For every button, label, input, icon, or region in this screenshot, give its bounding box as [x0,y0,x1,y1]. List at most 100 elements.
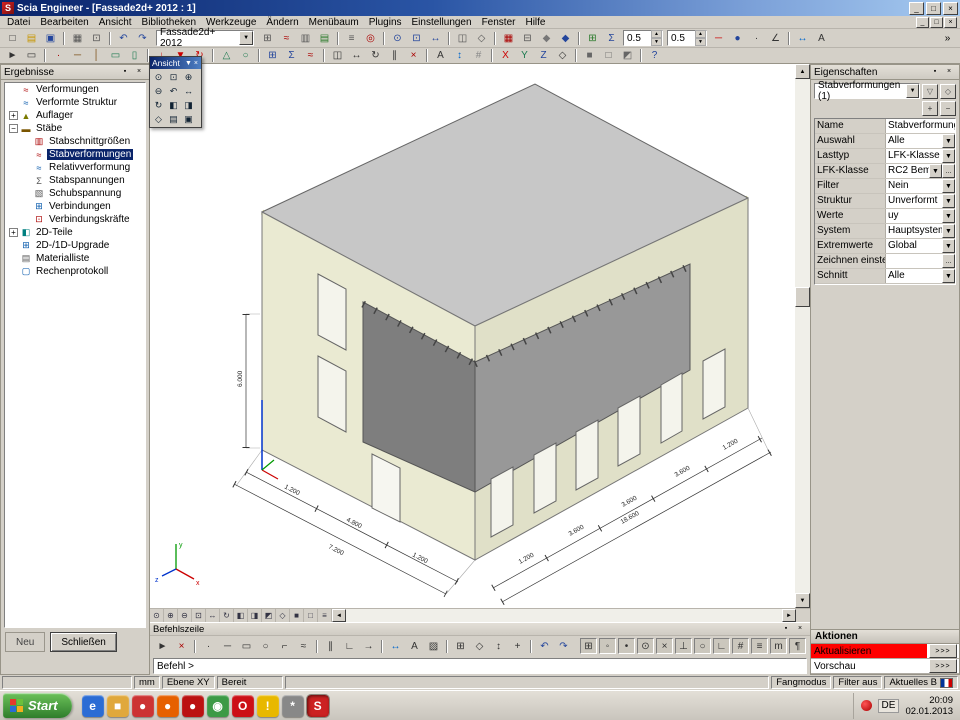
copy-icon[interactable]: ◫ [329,48,346,64]
hinge-icon[interactable]: ○ [237,48,254,64]
property-value[interactable]: Alle [886,134,942,148]
vp-pan-icon[interactable]: ↔ [206,609,220,622]
dimension-icon[interactable]: ↕ [451,48,468,64]
status-plane[interactable]: Ebene XY [162,676,215,689]
property-value[interactable]: RC2 Bem1 [886,164,929,178]
zoom-all-icon[interactable]: ⊙ [151,70,166,84]
delete-icon[interactable]: × [405,48,422,64]
scroll-up-icon[interactable]: ▲ [795,64,810,79]
tree-item-relativverformung[interactable]: ≈Relativverformung [5,161,145,174]
node-icon[interactable]: · [50,48,67,64]
results-display-icon[interactable]: ≈ [302,48,319,64]
render-shaded-icon[interactable]: ◩ [619,48,636,64]
print-view-icon[interactable]: ▤ [166,112,181,126]
toolbar-overflow-icon[interactable]: » [939,30,956,46]
annotate-icon[interactable]: A [406,638,423,654]
units-display-icon[interactable]: m [770,638,787,654]
settings-icon[interactable]: * [282,695,304,717]
dimension-tool-icon[interactable]: ↔ [794,30,811,46]
mdi-restore-button[interactable]: □ [930,17,943,28]
expand-all-icon[interactable]: + [922,101,938,116]
solver-setup-icon[interactable]: Σ [603,30,620,46]
command-clear-icon[interactable]: × [173,638,190,654]
snap-intersection-icon[interactable]: × [656,638,673,654]
tree-item-materialliste[interactable]: ▤Materialliste [5,252,145,265]
view-z-icon[interactable]: Z [535,48,552,64]
pan-icon[interactable]: ↔ [427,30,444,46]
dropdown-arrow-icon[interactable]: ▼ [942,209,955,223]
scale-tool-icon[interactable]: ◇ [471,638,488,654]
spinner-up-icon[interactable]: ▲ [695,30,706,38]
calculator-icon[interactable]: ⊞ [259,30,276,46]
results-icon[interactable]: ≈ [278,30,295,46]
model-canvas-area[interactable]: 1.200 4.800 1.200 7.200 1.200 3.600 3.60… [150,64,795,608]
snap-center-icon[interactable]: ⊙ [637,638,654,654]
expand-icon[interactable]: + [9,228,18,237]
close-icon[interactable]: × [793,623,807,636]
property-value[interactable]: Unverformt [886,194,942,208]
close-button[interactable]: × [943,2,958,15]
render-wireframe-icon[interactable]: □ [600,48,617,64]
vp-render-solid-icon[interactable]: ■ [290,609,304,622]
menu-ndern[interactable]: Ändern [261,17,303,28]
text-tool-icon[interactable]: A [813,30,830,46]
vp-view-top-icon[interactable]: ◧ [234,609,248,622]
property-value[interactable]: Hauptsystem [886,224,942,238]
axonometric-icon[interactable]: ◇ [554,48,571,64]
tree-item-stabschnittgr-en[interactable]: ▥Stabschnittgrößen [5,135,145,148]
zoom-window-icon[interactable]: ⊡ [408,30,425,46]
view-x-icon[interactable]: X [497,48,514,64]
opera-icon[interactable]: O [232,695,254,717]
view-isometric-icon[interactable]: ◇ [151,112,166,126]
vp-zoom-all-icon[interactable]: ⊙ [150,609,164,622]
load-cases-icon[interactable]: ▦ [500,30,517,46]
chevron-down-icon[interactable]: ▼ [906,84,919,98]
expand-icon[interactable]: + [9,111,18,120]
property-filter-icon[interactable]: ▽ [922,84,938,99]
mesh-setup-icon[interactable]: ⊞ [584,30,601,46]
close-panel-button[interactable]: Schließen [50,632,116,652]
help-icon[interactable]: ? [646,48,663,64]
image-gallery-icon[interactable]: ▤ [316,30,333,46]
tray-app-icon[interactable] [861,700,872,711]
draw-spline-icon[interactable]: ≈ [295,638,312,654]
vp-axonometric-icon[interactable]: ◇ [276,609,290,622]
tree-item-stabspannungen[interactable]: ΣStabspannungen [5,174,145,187]
menu-bibliotheken[interactable]: Bibliotheken [137,17,201,28]
project-combo[interactable]: Fassade2d+ 2012 ▼ [156,30,254,46]
dropdown-arrow-icon[interactable]: ▼ [942,134,955,148]
collapse-icon[interactable]: − [9,124,18,133]
close-icon[interactable]: × [193,60,199,67]
mirror-icon[interactable]: ∥ [386,48,403,64]
layers-icon[interactable]: ≡ [343,30,360,46]
menu-plugins[interactable]: Plugins [364,17,407,28]
language-indicator[interactable]: DE [878,699,900,713]
draw-circle-icon[interactable]: ○ [257,638,274,654]
property-value[interactable] [886,254,942,268]
cmd-redo-icon[interactable]: ↷ [555,638,572,654]
tree-item-schubspannung[interactable]: ▧Schubspannung [5,187,145,200]
measure-icon[interactable]: ↔ [387,638,404,654]
open-project-icon[interactable]: ▤ [23,30,40,46]
activity-icon[interactable]: ◎ [362,30,379,46]
line-width-icon[interactable]: ─ [710,30,727,46]
tree-item-auflager[interactable]: +▲Auflager [5,109,145,122]
scia-engineer-icon[interactable]: S [307,695,329,717]
internet-explorer-icon[interactable]: e [82,695,104,717]
close-icon[interactable]: × [132,66,146,79]
array-tool-icon[interactable]: ⊞ [452,638,469,654]
menu-men-baum[interactable]: Menübaum [304,17,364,28]
dropdown-arrow-icon[interactable]: ▼ [942,269,955,283]
support-icon[interactable]: △ [218,48,235,64]
spinner-down-icon[interactable]: ▼ [651,38,662,46]
menu-hilfe[interactable]: Hilfe [520,17,550,28]
circle-tool-icon[interactable]: ● [729,30,746,46]
menu-fenster[interactable]: Fenster [477,17,521,28]
dropdown-arrow-icon[interactable]: ▼ [942,194,955,208]
engineering-report-icon[interactable]: ▥ [297,30,314,46]
menu-datei[interactable]: Datei [2,17,35,28]
vp-rotate-icon[interactable]: ↻ [220,609,234,622]
command-input[interactable]: Befehl > [153,658,807,674]
tree-item-verformte-struktur[interactable]: ≈Verformte Struktur [5,96,145,109]
cmd-undo-icon[interactable]: ↶ [536,638,553,654]
